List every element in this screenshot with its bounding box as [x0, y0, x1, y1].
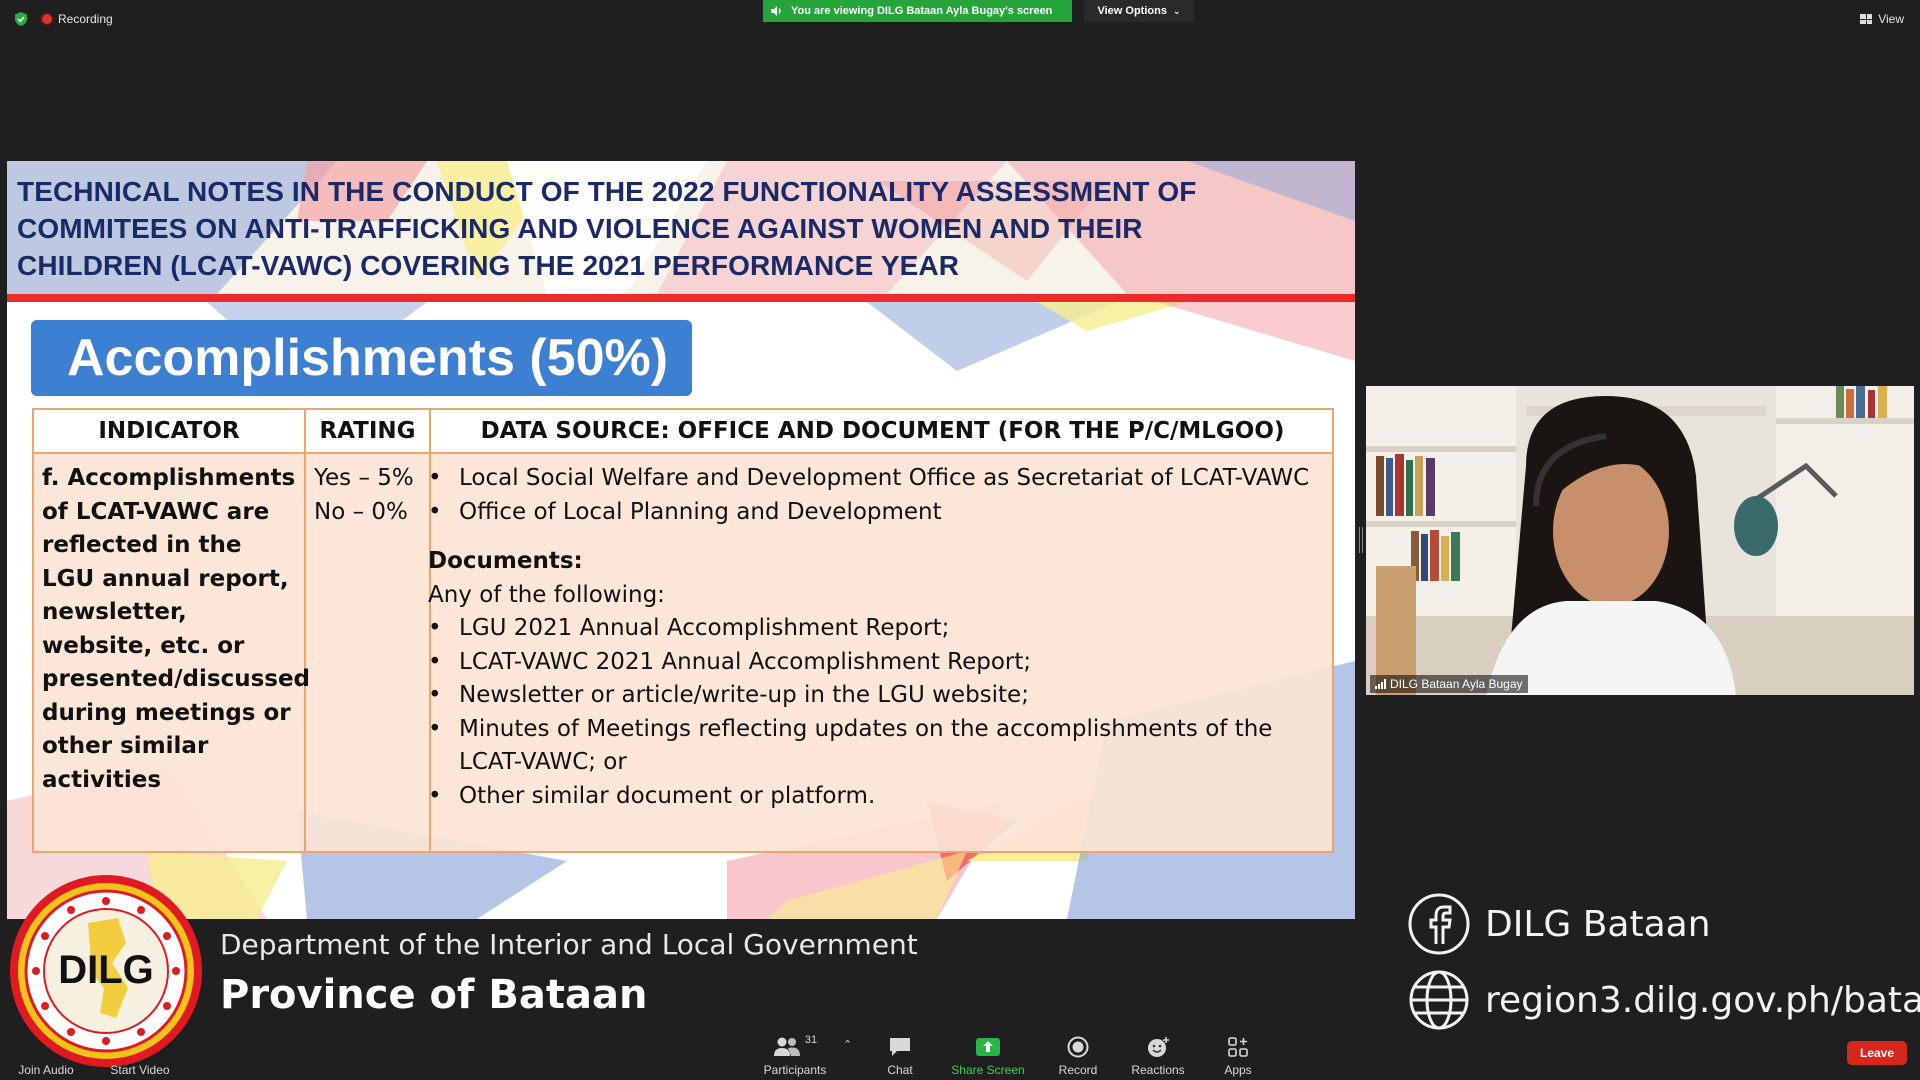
website-label: region3.dilg.gov.ph/bataan: [1485, 979, 1920, 1021]
document-item: LCAT-VAWC 2021 Annual Accomplishment Rep…: [459, 648, 1032, 675]
record-button[interactable]: Record: [1056, 1034, 1100, 1077]
start-video-button[interactable]: Start Video: [104, 1034, 176, 1077]
recording-label: Recording: [58, 12, 113, 26]
list-item: • Other similar document or platform.: [428, 780, 1318, 814]
apps-button[interactable]: Apps: [1220, 1034, 1256, 1077]
rating-no: No – 0%: [314, 498, 408, 525]
slide-title: TECHNICAL NOTES IN THE CONDUCT OF THE 20…: [17, 173, 1337, 284]
rating-yes: Yes – 5%: [314, 465, 414, 491]
emoji-icon: [1146, 1034, 1170, 1060]
data-source-cell: • Local Social Welfare and Development Of…: [428, 462, 1318, 813]
reactions-label: Reactions: [1131, 1063, 1185, 1077]
facebook-label: DILG Bataan: [1485, 903, 1711, 945]
document-item: Newsletter or article/write-up in the LG…: [459, 682, 1029, 708]
chevron-down-icon: ⌄: [1172, 5, 1181, 16]
header-indicator: INDICATOR: [98, 418, 240, 444]
reactions-button[interactable]: Reactions: [1128, 1034, 1188, 1077]
website-link: region3.dilg.gov.ph/bataan: [1407, 968, 1920, 1032]
globe-icon: [1409, 970, 1469, 1030]
title-divider: [7, 294, 1355, 302]
share-screen-button[interactable]: Share Screen: [950, 1034, 1026, 1077]
participant-name-label: DILG Bataan Ayla Bugay: [1370, 675, 1528, 693]
share-screen-label: Share Screen: [951, 1063, 1025, 1077]
participants-icon: 31: [773, 1034, 817, 1060]
participant-name: DILG Bataan Ayla Bugay: [1390, 677, 1523, 691]
list-item: • Office of Local Planning and Developmen…: [428, 496, 1318, 530]
document-item: Minutes of Meetings reflecting updates o…: [459, 715, 1273, 776]
office-item: Local Social Welfare and Development Off…: [459, 465, 1310, 491]
grid-view-icon: [1860, 14, 1873, 24]
recording-indicator[interactable]: Recording: [42, 12, 113, 26]
header-data-source: DATA SOURCE: OFFICE AND DOCUMENT (FOR TH…: [480, 418, 1285, 444]
join-audio-label: Join Audio: [18, 1063, 74, 1077]
facebook-handle: DILG Bataan: [1407, 892, 1711, 956]
document-item: LGU 2021 Annual Accomplishment Report;: [459, 615, 950, 641]
documents-heading: Documents:: [428, 548, 583, 574]
chevron-up-icon[interactable]: ⌃: [843, 1038, 852, 1051]
logo-text: DILG: [58, 948, 154, 992]
department-name: Department of the Interior and Local Gov…: [220, 928, 918, 961]
security-shield-icon[interactable]: [14, 12, 28, 26]
chat-bubble-icon: [888, 1034, 912, 1060]
chat-label: Chat: [887, 1063, 913, 1077]
slide-title-line: TECHNICAL NOTES IN THE CONDUCT OF THE 20…: [17, 176, 1197, 207]
apps-icon: [1228, 1034, 1248, 1060]
view-button[interactable]: View: [1860, 12, 1904, 26]
viewing-screen-banner: You are viewing DILG Bataan Ayla Bugay's…: [763, 0, 1072, 22]
start-video-label: Start Video: [110, 1063, 170, 1077]
view-label: View: [1878, 12, 1904, 26]
record-label: Record: [1058, 1063, 1098, 1077]
participants-label: Participants: [763, 1063, 827, 1077]
participant-video-image: [1366, 386, 1914, 695]
office-item: Office of Local Planning and Development: [459, 498, 942, 525]
indicator-text: f. Accomplishments of LCAT-VAWC are refl…: [42, 465, 311, 793]
apps-label: Apps: [1224, 1063, 1252, 1077]
list-item: • Newsletter or article/write-up in the L…: [428, 679, 1318, 713]
view-options-button[interactable]: View Options ⌄: [1084, 0, 1194, 22]
join-audio-button[interactable]: Join Audio: [14, 1034, 78, 1077]
zoom-meeting-window: Recording You are viewing DILG Bataan Ay…: [0, 0, 1920, 1080]
list-item: • Minutes of Meetings reflecting updates …: [428, 713, 1318, 780]
header-rating: RATING: [319, 418, 416, 444]
list-item: • LGU 2021 Annual Accomplishment Report;: [428, 612, 1318, 646]
shared-slide: TECHNICAL NOTES IN THE CONDUCT OF THE 20…: [7, 161, 1355, 919]
slide-title-line: CHILDREN (LCAT-VAWC) COVERING THE 2021 P…: [17, 250, 960, 281]
facebook-icon: [1408, 893, 1470, 955]
list-item: • Local Social Welfare and Development Of…: [428, 462, 1318, 496]
section-heading-box: Accomplishments (50%): [31, 320, 692, 396]
section-heading: Accomplishments (50%): [67, 329, 669, 387]
speaker-icon: [771, 6, 781, 16]
participants-count: 31: [804, 1034, 818, 1046]
top-left-status: Recording: [14, 12, 113, 26]
column-divider: [304, 410, 306, 851]
chat-button[interactable]: Chat: [880, 1034, 920, 1077]
document-item: Other similar document or platform.: [459, 782, 876, 809]
panel-splitter-handle[interactable]: [1359, 527, 1363, 553]
leave-button[interactable]: Leave: [1847, 1041, 1907, 1065]
indicator-table: INDICATOR RATING DATA SOURCE: OFFICE AND…: [32, 408, 1334, 853]
list-item: • LCAT-VAWC 2021 Annual Accomplishment Re…: [428, 646, 1318, 680]
participant-video-tile[interactable]: DILG Bataan Ayla Bugay: [1366, 386, 1914, 695]
participants-button[interactable]: 31 Participants: [760, 1034, 830, 1077]
province-name: Province of Bataan: [220, 972, 648, 1018]
rating-cell: Yes – 5% No – 0%: [314, 462, 432, 529]
documents-intro: Any of the following:: [428, 581, 665, 608]
record-icon: [1067, 1034, 1089, 1060]
record-dot-icon: [42, 14, 52, 24]
slide-title-line: COMMITEES ON ANTI-TRAFFICKING AND VIOLEN…: [17, 213, 1143, 244]
signal-strength-icon: [1375, 679, 1386, 689]
viewing-banner-text: You are viewing DILG Bataan Ayla Bugay's…: [791, 5, 1053, 17]
share-screen-icon: [975, 1034, 1001, 1060]
view-options-label: View Options: [1097, 5, 1167, 17]
